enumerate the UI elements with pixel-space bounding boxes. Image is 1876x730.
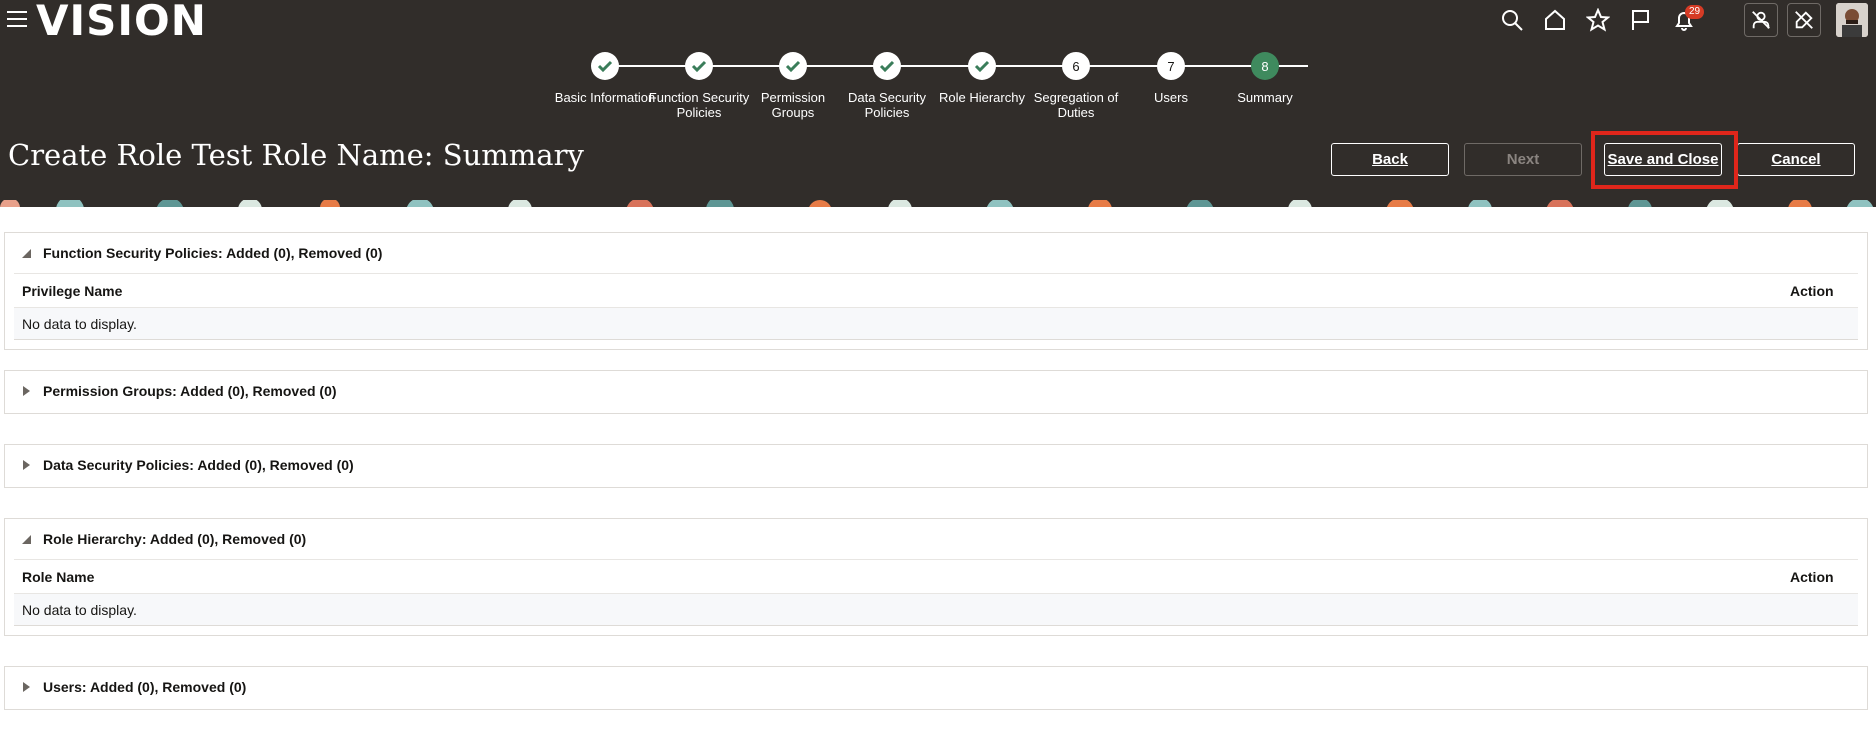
section-title: Data Security Policies: Added (0), Remov… [43, 457, 354, 473]
empty-table-row: No data to display. [14, 594, 1858, 626]
section-users: Users: Added (0), Removed (0) [4, 666, 1868, 710]
train-label-data-security: Data Security Policies [847, 90, 927, 120]
favorites-star-icon[interactable] [1585, 7, 1611, 33]
collapse-triangle-icon[interactable] [19, 246, 33, 260]
train-stop-segregation[interactable]: 6 [1062, 52, 1090, 80]
section-permission-groups: Permission Groups: Added (0), Removed (0… [4, 370, 1868, 414]
section-role-hierarchy: Role Hierarchy: Added (0), Removed (0) R… [4, 518, 1868, 636]
role-table: Role Name Action No data to display. [14, 559, 1858, 626]
flag-icon[interactable] [1628, 7, 1654, 33]
privilege-table: Privilege Name Action No data to display… [14, 273, 1858, 340]
train-stop-users[interactable]: 7 [1157, 52, 1185, 80]
collapse-triangle-icon[interactable] [19, 532, 33, 546]
table-header-row: Role Name Action [14, 560, 1858, 594]
train-stop-function-security[interactable] [685, 52, 713, 80]
expand-triangle-icon[interactable] [19, 384, 33, 398]
train-label-segregation: Segregation of Duties [1033, 90, 1119, 120]
expand-triangle-icon[interactable] [19, 680, 33, 694]
column-header-role-name[interactable]: Role Name [22, 569, 94, 585]
section-title: Users: Added (0), Removed (0) [43, 679, 247, 695]
section-header-function-security[interactable]: Function Security Policies: Added (0), R… [5, 233, 1867, 273]
train-stop-permission-groups[interactable] [779, 52, 807, 80]
page-title: Create Role Test Role Name: Summary [8, 138, 584, 172]
train-stop-basic-information[interactable] [591, 52, 619, 80]
decorative-banner [0, 197, 1876, 207]
home-icon[interactable] [1542, 7, 1568, 33]
train-label-summary: Summary [1237, 90, 1293, 105]
back-button[interactable]: Back [1331, 143, 1449, 176]
column-header-privilege-name[interactable]: Privilege Name [22, 283, 122, 299]
train-connector [618, 65, 1308, 67]
section-title: Function Security Policies: Added (0), R… [43, 245, 383, 261]
section-header-role-hierarchy[interactable]: Role Hierarchy: Added (0), Removed (0) [5, 519, 1867, 559]
next-button[interactable]: Next [1464, 143, 1582, 176]
notifications-count-badge: 29 [1685, 5, 1705, 19]
cancel-button[interactable]: Cancel [1737, 143, 1855, 176]
tools-icon[interactable] [1787, 3, 1821, 37]
column-header-action[interactable]: Action [1790, 283, 1850, 299]
hamburger-menu-icon[interactable] [7, 11, 27, 31]
user-avatar[interactable] [1836, 3, 1868, 37]
train-stop-summary[interactable]: 8 [1251, 52, 1279, 80]
train-stop-data-security[interactable] [873, 52, 901, 80]
highlight-box [1591, 131, 1738, 189]
search-icon[interactable] [1499, 7, 1525, 33]
train-stop-role-hierarchy[interactable] [968, 52, 996, 80]
section-data-security: Data Security Policies: Added (0), Remov… [4, 444, 1868, 488]
section-title: Role Hierarchy: Added (0), Removed (0) [43, 531, 307, 547]
table-header-row: Privilege Name Action [14, 274, 1858, 308]
section-title: Permission Groups: Added (0), Removed (0… [43, 383, 337, 399]
expand-triangle-icon[interactable] [19, 458, 33, 472]
section-header-users[interactable]: Users: Added (0), Removed (0) [5, 667, 1867, 707]
section-function-security: Function Security Policies: Added (0), R… [4, 232, 1868, 350]
empty-table-row: No data to display. [14, 308, 1858, 340]
section-header-permission-groups[interactable]: Permission Groups: Added (0), Removed (0… [5, 371, 1867, 411]
section-header-data-security[interactable]: Data Security Policies: Added (0), Remov… [5, 445, 1867, 485]
page-header: VISION 29 Basic Information Function Sec… [0, 0, 1876, 197]
app-logo[interactable]: VISION [36, 0, 207, 45]
column-header-action[interactable]: Action [1790, 569, 1850, 585]
notifications-bell-icon[interactable]: 29 [1671, 5, 1705, 33]
user-access-icon[interactable] [1744, 3, 1778, 37]
